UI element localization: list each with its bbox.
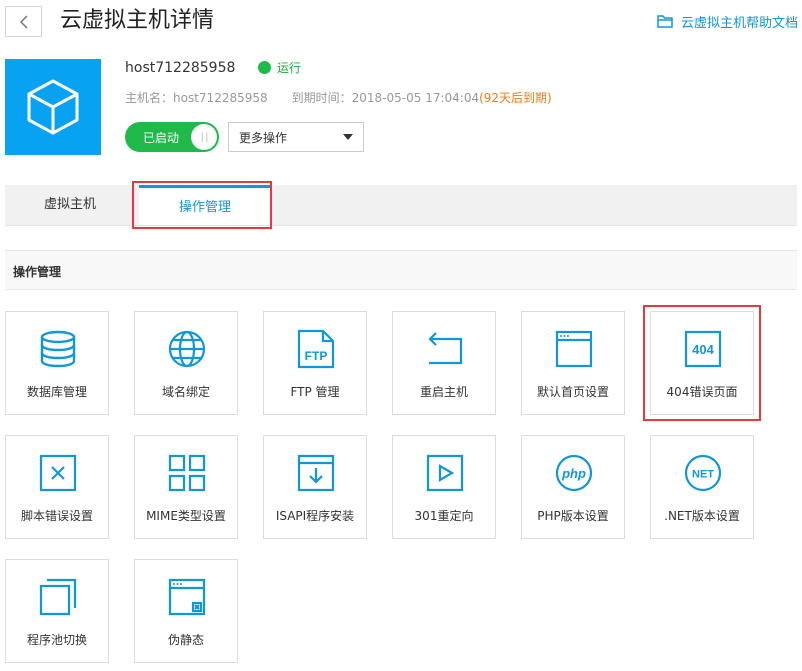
back-button[interactable]	[5, 6, 42, 37]
ftp-folder-icon: FTP	[297, 329, 335, 369]
tile-label: 数据库管理	[26, 385, 87, 399]
host-image	[5, 59, 101, 155]
tile-label: 脚本错误设置	[20, 509, 93, 523]
tile-label: PHP版本设置	[537, 509, 609, 523]
more-actions-select[interactable]: 更多操作	[228, 122, 364, 152]
tile-label: 默认首页设置	[536, 385, 609, 399]
database-icon	[40, 330, 76, 368]
tile-mime-type[interactable]: MIME类型设置	[134, 435, 238, 539]
tab-highlight-box	[132, 181, 272, 229]
caret-down-icon	[343, 134, 353, 140]
grid-icon	[168, 454, 206, 492]
status-dot-icon	[258, 61, 271, 74]
power-toggle[interactable]: 已启动 | |	[125, 122, 219, 152]
tile-php-version[interactable]: php PHP版本设置	[521, 435, 625, 539]
folder-icon	[657, 15, 673, 28]
pseudo-static-icon	[168, 578, 206, 616]
tile-database[interactable]: 数据库管理	[5, 311, 109, 415]
tile-highlight-box	[643, 305, 761, 421]
tile-label: FTP 管理	[290, 385, 340, 399]
page-title: 云虚拟主机详情	[60, 8, 215, 33]
tile-dotnet-version[interactable]: NET .NET版本设置	[650, 435, 754, 539]
svg-text:php: php	[561, 466, 586, 481]
php-icon: php	[555, 454, 593, 492]
tile-restart[interactable]: 重启主机	[392, 311, 496, 415]
host-name: host712285958	[125, 60, 236, 76]
expire-label: 到期时间：	[291, 91, 352, 105]
tile-pool-switch[interactable]: 程序池切换	[5, 559, 109, 663]
tab-virtual-host[interactable]: 虚拟主机	[5, 185, 135, 225]
svg-text:FTP: FTP	[305, 349, 328, 363]
browser-window-icon	[555, 330, 593, 368]
tile-pseudo-static[interactable]: 伪静态	[134, 559, 238, 663]
status-label: 运行	[277, 61, 302, 75]
host-meta: 主机名：host712285958 到期时间：2018-05-05 17:04:0…	[125, 90, 552, 106]
tile-script-error[interactable]: 脚本错误设置	[5, 435, 109, 539]
section-title: 操作管理	[13, 265, 62, 279]
help-docs-label: 云虚拟主机帮助文档	[680, 16, 798, 31]
tile-isapi-install[interactable]: ISAPI程序安装	[263, 435, 367, 539]
svg-text:NET: NET	[692, 469, 714, 481]
dotnet-icon: NET	[684, 454, 722, 492]
tile-label: 程序池切换	[26, 633, 87, 647]
tile-label: ISAPI程序安装	[275, 509, 355, 523]
section-header: 操作管理	[5, 250, 797, 290]
more-actions-label: 更多操作	[239, 130, 288, 145]
tile-label: MIME类型设置	[146, 509, 226, 523]
tile-label: .NET版本设置	[664, 509, 740, 523]
tile-ftp[interactable]: FTP FTP 管理	[263, 311, 367, 415]
help-docs-link[interactable]: 云虚拟主机帮助文档	[657, 12, 798, 31]
restart-icon	[428, 332, 463, 365]
tile-label: 域名绑定	[161, 385, 210, 399]
script-error-icon	[39, 454, 77, 492]
remaining-days: (92天后到期)	[479, 91, 552, 105]
cube-icon	[27, 79, 79, 135]
globe-icon	[168, 330, 206, 368]
tile-label: 伪静态	[167, 633, 204, 647]
tile-301-redirect[interactable]: 301重定向	[392, 435, 496, 539]
hostname-value: host712285958	[173, 91, 268, 105]
hostname-label: 主机名：	[125, 91, 174, 105]
pause-icon: | |	[191, 124, 217, 150]
pool-switch-icon	[39, 578, 77, 616]
chevron-left-icon	[19, 14, 28, 29]
expire-value: 2018-05-05 17:04:04	[351, 91, 480, 105]
status-badge: 运行	[258, 59, 301, 76]
tile-label: 重启主机	[419, 385, 468, 399]
tile-label: 301重定向	[414, 509, 474, 523]
toggle-label: 已启动	[143, 131, 180, 145]
tab-bar: 虚拟主机 操作管理	[5, 185, 797, 226]
install-icon	[297, 454, 335, 492]
tile-default-homepage[interactable]: 默认首页设置	[521, 311, 625, 415]
redirect-icon	[426, 454, 464, 492]
tile-domain-binding[interactable]: 域名绑定	[134, 311, 238, 415]
